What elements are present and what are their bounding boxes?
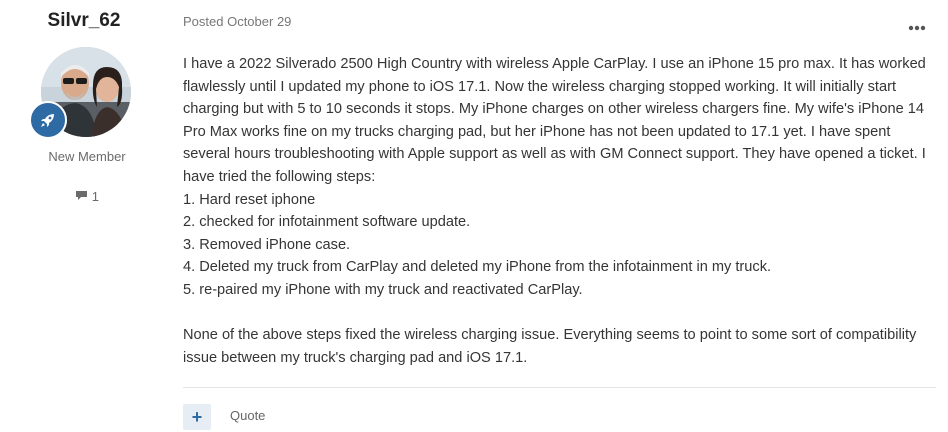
- author-username[interactable]: Silvr_62: [0, 10, 168, 32]
- step-item: 5. re-paired my iPhone with my truck and…: [183, 281, 583, 298]
- comment-icon: [75, 189, 92, 204]
- step-item: 3. Removed iPhone case.: [183, 236, 351, 253]
- multiquote-button[interactable]: +: [183, 404, 211, 430]
- forum-post: Silvr_62 New Member 1 Posted October 29 …: [0, 0, 948, 432]
- post-content: I have a 2022 Silverado 2500 High Countr…: [183, 53, 938, 369]
- rank-badge: [29, 101, 67, 139]
- author-panel: Silvr_62 New Member 1: [0, 0, 168, 432]
- post-date[interactable]: Posted October 29: [183, 14, 291, 29]
- post-conclusion-paragraph: None of the above steps fixed the wirele…: [183, 327, 917, 366]
- post-count[interactable]: 1: [0, 188, 174, 204]
- quote-button[interactable]: Quote: [230, 408, 265, 423]
- rocket-icon: [41, 114, 54, 127]
- divider: [183, 387, 936, 388]
- ellipsis-icon[interactable]: [908, 18, 926, 31]
- post-intro-paragraph: I have a 2022 Silverado 2500 High Countr…: [183, 56, 926, 185]
- member-title: New Member: [48, 149, 126, 164]
- step-item: 4. Deleted my truck from CarPlay and del…: [183, 259, 772, 276]
- step-item: 2. checked for infotainment software upd…: [183, 214, 471, 231]
- post-count-value: 1: [91, 189, 99, 205]
- step-item: 1. Hard reset iphone: [183, 191, 316, 208]
- avatar-container[interactable]: [29, 47, 131, 139]
